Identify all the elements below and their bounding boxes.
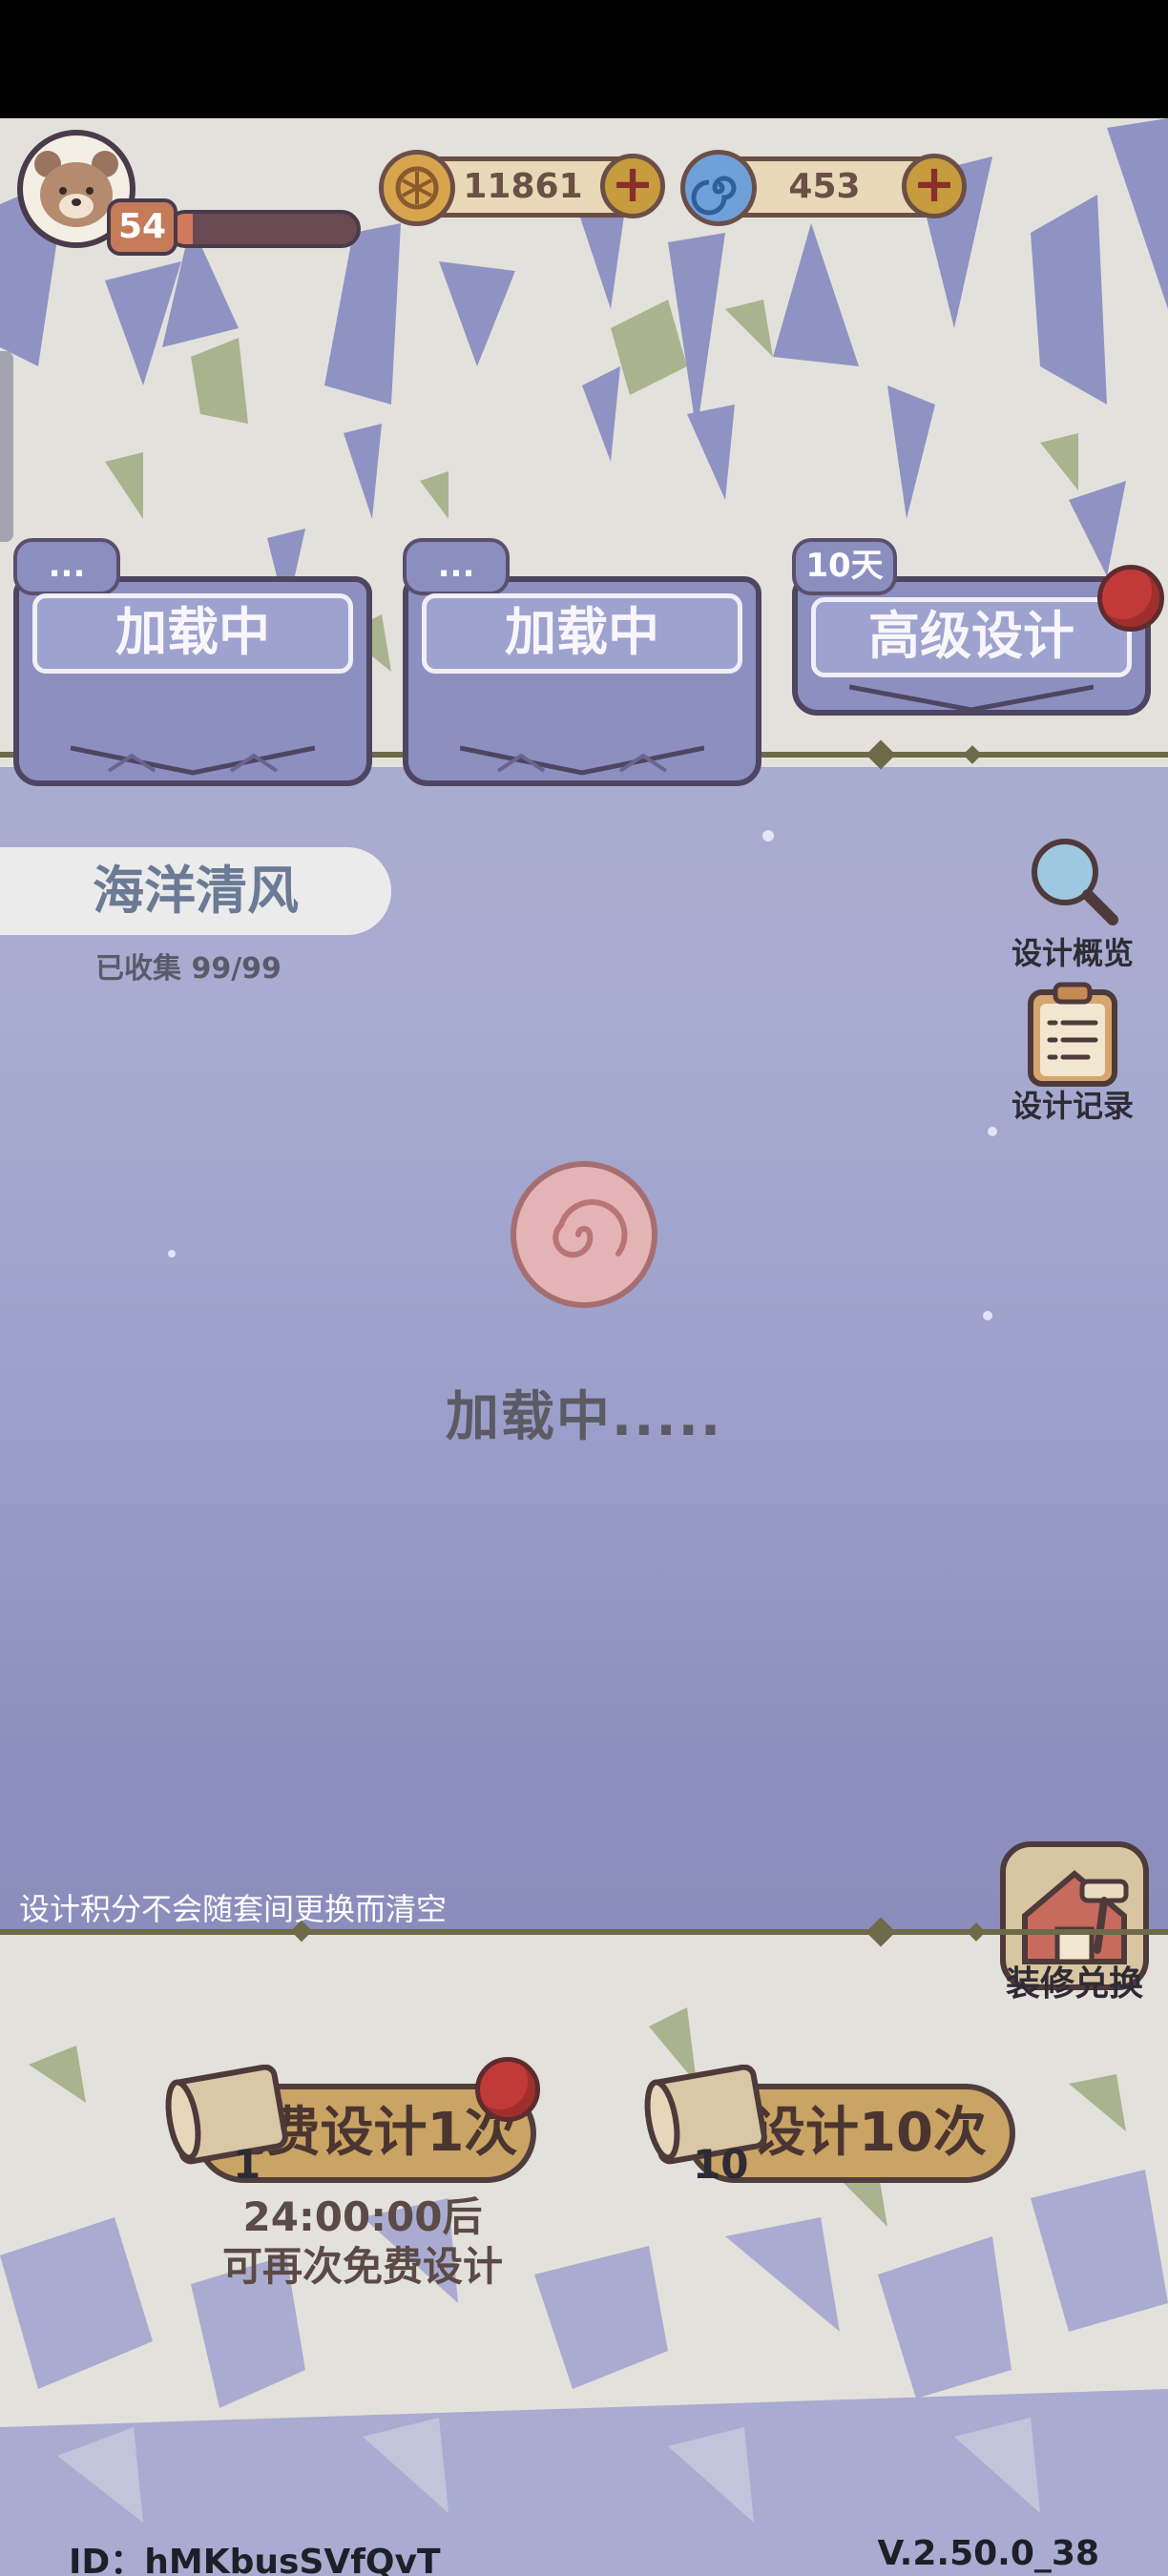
side-drawer-handle[interactable] [0, 351, 13, 542]
free-design-count: 1 [233, 2141, 261, 2188]
slot-label: 高级设计 [811, 597, 1132, 677]
player-id: ID：hMKbusSVfQvT [69, 2543, 441, 2576]
pocket-stitch [849, 684, 1094, 713]
version-label: V.2.50.0_38 [877, 2534, 1099, 2573]
design-overview-button[interactable]: 设计概览 [996, 834, 1149, 977]
coin-value: 11861 [463, 167, 583, 206]
collection-count: 已收集 99/99 [95, 952, 282, 986]
clipboard-icon [1028, 982, 1117, 1087]
pocket-stitch [460, 745, 704, 776]
add-gems-button[interactable]: + [902, 154, 967, 218]
level-badge: 54 [107, 198, 177, 256]
add-coins-button[interactable]: + [600, 154, 665, 218]
shell-loading-icon [511, 1161, 657, 1308]
bottom-rail [0, 1929, 1168, 1935]
magnifier-icon [1032, 839, 1118, 925]
points-tip: 设计积分不会随套间更换而清空 [19, 1891, 448, 1927]
notification-dot [475, 2057, 540, 2122]
coin-counter: 11861 + [379, 150, 665, 226]
gem-value: 453 [788, 167, 861, 206]
free-timer-note: 可再次免费设计 [221, 2243, 503, 2290]
design-ten-count: 10 [693, 2141, 749, 2188]
gem-counter: 453 + [680, 150, 967, 226]
slot-tag: ... [403, 538, 510, 595]
slot-label: 加载中 [32, 593, 353, 674]
xp-progress-bar [166, 210, 361, 248]
blueprint-scroll-icon [165, 2065, 288, 2165]
design-records-label: 设计记录 [1011, 1088, 1134, 1124]
design-overview-label: 设计概览 [1011, 935, 1134, 971]
coin-icon [379, 150, 455, 226]
pocket-stitch [71, 745, 315, 776]
slot-label: 加载中 [422, 593, 742, 674]
design-records-button[interactable]: 设计记录 [996, 981, 1149, 1143]
game-screen: 54 11861 + 453 + ... 加载中 ... 加载中 10天 高级设… [0, 118, 1168, 2576]
renovation-exchange-label: 装修兑换 [1005, 1964, 1143, 2004]
swirl-gem-icon [680, 150, 757, 226]
slot-tag: ... [13, 538, 120, 595]
notification-dot [1097, 565, 1164, 632]
collection-title: 海洋清风 [93, 861, 299, 921]
loading-text: 加载中..... [445, 1386, 723, 1448]
slot-duration-tag: 10天 [792, 538, 897, 595]
